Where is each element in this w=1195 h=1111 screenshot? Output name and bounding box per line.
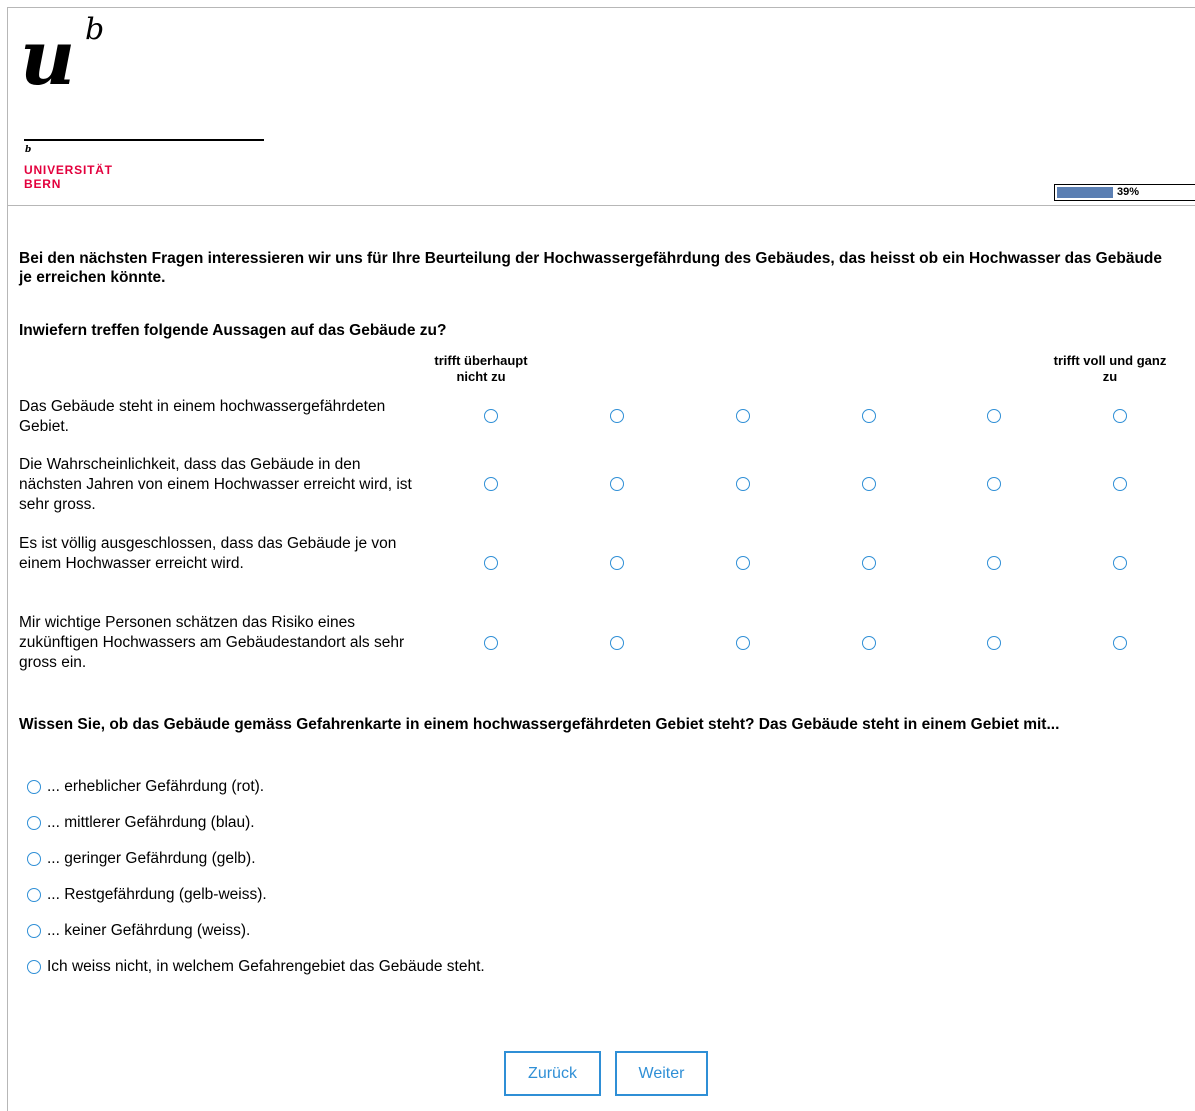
matrix-radio-button[interactable] [987, 636, 1001, 650]
hazard-option-white[interactable]: ... keiner Gefährdung (weiss). [27, 921, 250, 941]
progress-fill [1057, 187, 1113, 198]
university-line2: BERN [24, 177, 62, 191]
matrix-radio-button[interactable] [1113, 409, 1127, 423]
hazard-option-yellow[interactable]: ... geringer Gefährdung (gelb). [27, 849, 256, 869]
option-label: Ich weiss nicht, in welchem Gefahrengebi… [47, 958, 485, 975]
matrix-radio-button[interactable] [1113, 556, 1127, 570]
university-name: UNIVERSITÄT BERN [24, 163, 113, 191]
progress-bar: 39% [1054, 184, 1195, 201]
matrix-radio-button[interactable] [736, 636, 750, 650]
matrix-radio-button[interactable] [484, 409, 498, 423]
matrix-radio-button[interactable] [987, 409, 1001, 423]
radio-button[interactable] [27, 852, 41, 866]
progress-text: 39% [1117, 186, 1140, 198]
hazard-option-blue[interactable]: ... mittlerer Gefährdung (blau). [27, 813, 255, 833]
matrix-radio-button[interactable] [987, 556, 1001, 570]
hazard-option-red[interactable]: ... erheblicher Gefährdung (rot). [27, 777, 264, 797]
matrix-row-label: Die Wahrscheinlichkeit, dass das Gebäude… [19, 456, 412, 513]
option-label: ... geringer Gefährdung (gelb). [47, 850, 256, 867]
option-label: ... Restgefährdung (gelb-weiss). [47, 886, 267, 903]
matrix-radio-button[interactable] [610, 556, 624, 570]
radio-button[interactable] [27, 960, 41, 974]
matrix-radio-button[interactable] [610, 409, 624, 423]
hazard-question-title: Wissen Sie, ob das Gebäude gemäss Gefahr… [19, 716, 1060, 733]
radio-button[interactable] [27, 816, 41, 830]
radio-button[interactable] [27, 888, 41, 902]
back-button[interactable]: Zurück [504, 1051, 601, 1096]
university-line1: UNIVERSITÄT [24, 163, 113, 177]
matrix-radio-button[interactable] [736, 409, 750, 423]
hazard-option-yellow-white[interactable]: ... Restgefährdung (gelb-weiss). [27, 885, 267, 905]
matrix-row-label: Mir wichtige Personen schätzen das Risik… [19, 614, 405, 671]
matrix-radio-button[interactable] [862, 636, 876, 650]
scale-label-max: trifft voll und ganz zu [1053, 353, 1167, 384]
hazard-option-unknown[interactable]: Ich weiss nicht, in welchem Gefahrengebi… [27, 957, 485, 977]
matrix-radio-button[interactable] [862, 409, 876, 423]
matrix-row-label: Das Gebäude steht in einem hochwassergef… [19, 398, 386, 435]
next-button[interactable]: Weiter [615, 1051, 708, 1096]
matrix-radio-button[interactable] [1113, 636, 1127, 650]
matrix-radio-button[interactable] [1113, 477, 1127, 491]
matrix-radio-button[interactable] [484, 556, 498, 570]
matrix-radio-button[interactable] [862, 477, 876, 491]
radio-button[interactable] [27, 780, 41, 794]
radio-button[interactable] [27, 924, 41, 938]
matrix-row-label: Es ist völlig ausgeschlossen, dass das G… [19, 535, 397, 572]
matrix-question-title: Inwiefern treffen folgende Aussagen auf … [19, 322, 447, 339]
option-label: ... mittlerer Gefährdung (blau). [47, 814, 255, 831]
matrix-radio-button[interactable] [484, 636, 498, 650]
matrix-radio-button[interactable] [610, 636, 624, 650]
scale-label-min: trifft überhaupt nicht zu [434, 353, 528, 384]
option-label: ... erheblicher Gefährdung (rot). [47, 778, 265, 795]
matrix-radio-button[interactable] [610, 477, 624, 491]
intro-text: Bei den nächsten Fragen interessieren wi… [19, 250, 1163, 286]
logo-small-b: b [25, 145, 32, 155]
logo-u: u [20, 13, 75, 102]
matrix-radio-button[interactable] [862, 556, 876, 570]
matrix-radio-button[interactable] [484, 477, 498, 491]
header: u b b UNIVERSITÄT BERN 39% [8, 8, 1195, 206]
matrix-radio-button[interactable] [987, 477, 1001, 491]
matrix-radio-button[interactable] [736, 556, 750, 570]
matrix-radio-button[interactable] [736, 477, 750, 491]
option-label: ... keiner Gefährdung (weiss). [47, 922, 251, 939]
logo-b: b [85, 12, 105, 47]
logo-rule [24, 139, 264, 141]
